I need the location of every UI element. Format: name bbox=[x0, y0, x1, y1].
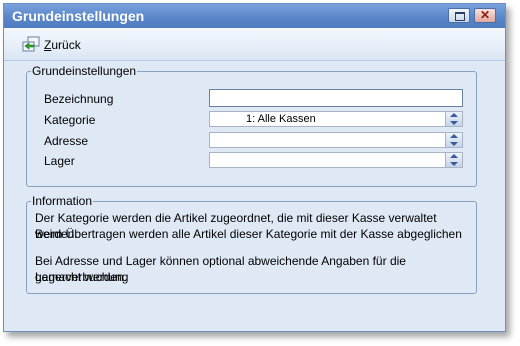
window-title: Grundeinstellungen bbox=[12, 8, 145, 24]
title-bar[interactable]: Grundeinstellungen ✕ bbox=[4, 4, 505, 28]
lager-label: Lager bbox=[44, 154, 75, 168]
kategorie-value: 1: Alle Kassen bbox=[246, 113, 316, 125]
restore-button[interactable] bbox=[448, 8, 470, 23]
kategorie-label: Kategorie bbox=[44, 113, 96, 127]
adresse-label: Adresse bbox=[44, 134, 89, 148]
kategorie-spinner-icon[interactable] bbox=[445, 112, 462, 126]
information-legend: Information bbox=[32, 194, 93, 208]
close-button[interactable]: ✕ bbox=[474, 8, 496, 23]
lager-select[interactable] bbox=[209, 152, 463, 168]
lager-spinner-icon[interactable] bbox=[445, 153, 462, 167]
bezeichnung-label: Bezeichnung bbox=[44, 92, 114, 106]
kategorie-select[interactable]: 1: Alle Kassen bbox=[209, 111, 463, 127]
restore-icon bbox=[455, 12, 465, 21]
back-arrow-icon bbox=[22, 36, 40, 52]
close-icon: ✕ bbox=[479, 8, 491, 22]
adresse-spinner-icon[interactable] bbox=[445, 133, 462, 147]
adresse-select[interactable] bbox=[209, 132, 463, 148]
toolbar: Zurück bbox=[4, 28, 505, 61]
bezeichnung-input[interactable] bbox=[209, 89, 463, 107]
settings-legend: Grundeinstellungen bbox=[32, 64, 137, 78]
info-line-2: Beim Übertragen werden alle Artikel dies… bbox=[35, 227, 462, 241]
back-label: Zurück bbox=[44, 38, 81, 52]
info-line-4: gemacht werden. bbox=[35, 270, 128, 284]
